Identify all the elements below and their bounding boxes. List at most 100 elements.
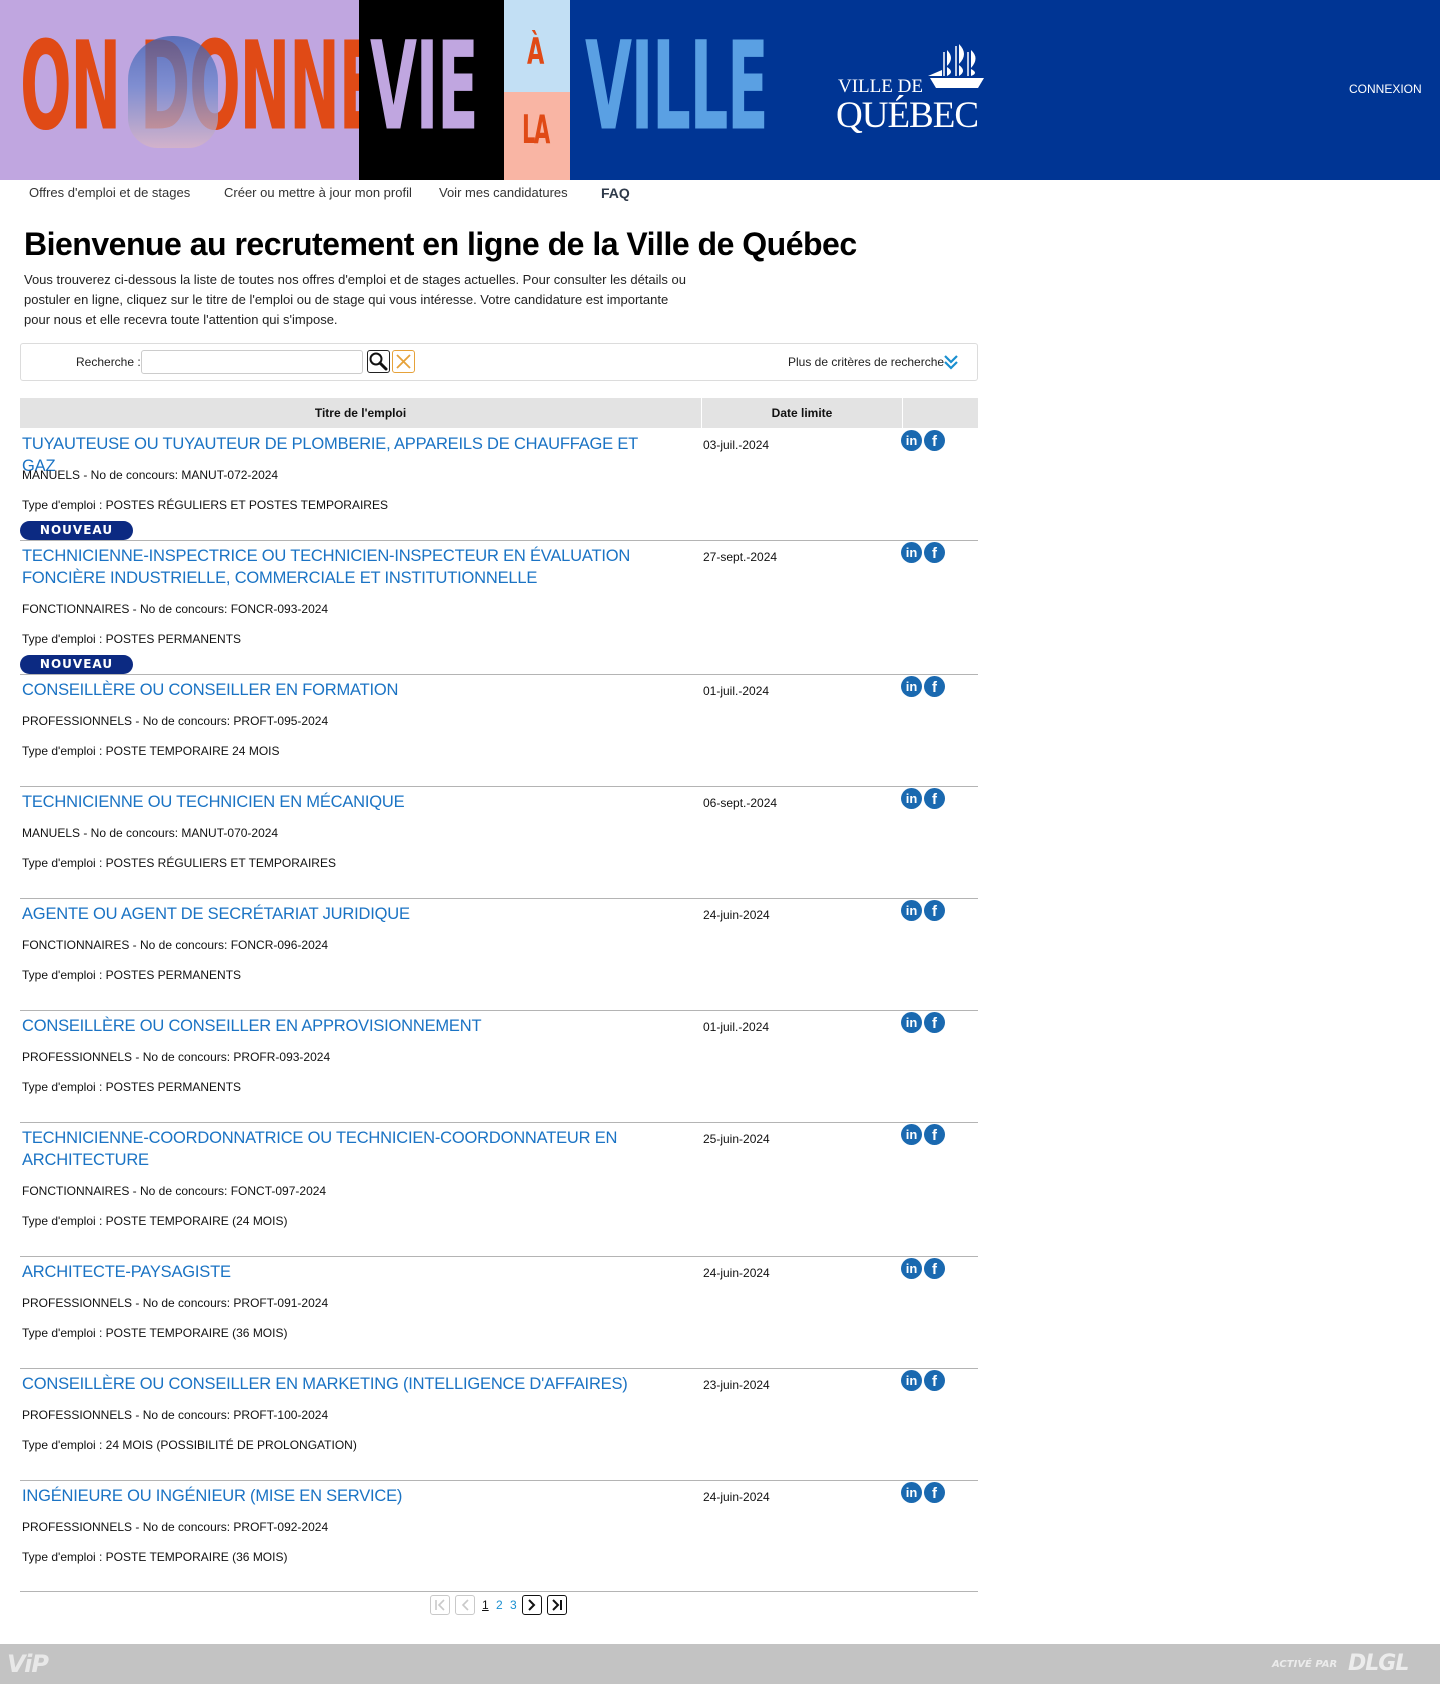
job-deadline: 03-juil.-2024 [703,438,770,452]
job-type: Type d'emploi : POSTE TEMPORAIRE 24 MOIS [22,744,280,758]
linkedin-icon[interactable]: in [901,900,922,921]
job-deadline: 27-sept.-2024 [703,550,778,564]
job-concours: FONCTIONNAIRES - No de concours: FONCR-0… [22,602,329,616]
first-page-button[interactable] [430,1595,450,1615]
row-divider [20,1256,978,1257]
linkedin-icon[interactable]: in [901,542,922,563]
job-type: Type d'emploi : POSTE TEMPORAIRE (24 MOI… [22,1214,288,1228]
next-page-button[interactable] [522,1595,542,1615]
nav-profil[interactable]: Créer ou mettre à jour mon profil [224,185,412,200]
job-concours: PROFESSIONNELS - No de concours: PROFT-0… [22,1296,329,1310]
job-concours: PROFESSIONNELS - No de concours: PROFT-0… [22,1520,329,1534]
job-title-link[interactable]: CONSEILLÈRE OU CONSEILLER EN MARKETING (… [22,1373,672,1395]
job-type: Type d'emploi : POSTES PERMANENTS [22,632,242,646]
active-par-text: ACTIVÉ PAR [1272,1659,1338,1670]
search-input[interactable] [141,350,363,374]
double-chevron-down-icon[interactable] [943,353,959,371]
job-title-link[interactable]: TECHNICIENNE-COORDONNATRICE OU TECHNICIE… [22,1127,672,1171]
chevron-right-icon [528,1599,536,1611]
vip-logo: ViP [7,1650,49,1678]
previous-page-button[interactable] [455,1595,475,1615]
page-3[interactable]: 3 [510,1598,517,1612]
job-type: Type d'emploi : POSTE TEMPORAIRE (36 MOI… [22,1326,288,1340]
ville-de-quebec-logo[interactable]: VILLE DE QUÉBEC [836,40,986,140]
logo-quebec: QUÉBEC [836,95,979,136]
chevron-left-icon [461,1599,469,1611]
linkedin-icon[interactable]: in [901,1482,922,1503]
page-2[interactable]: 2 [496,1598,503,1612]
search-button[interactable] [367,350,390,373]
nav-faq[interactable]: FAQ [601,185,630,201]
header-job-title[interactable]: Titre de l'emploi [20,406,701,420]
nav-offres-emploi[interactable]: Offres d'emploi et de stages [29,185,190,200]
facebook-icon[interactable]: f [924,1124,945,1145]
table-row: CONSEILLÈRE OU CONSEILLER EN FORMATION P… [20,674,978,786]
job-concours: PROFESSIONNELS - No de concours: PROFR-0… [22,1050,331,1064]
main-nav: Offres d'emploi et de stages Créer ou me… [0,180,1440,206]
ship-icon [928,44,984,88]
clear-search-button[interactable] [392,350,415,373]
job-concours: FONCTIONNAIRES - No de concours: FONCT-0… [22,1184,327,1198]
table-row: AGENTE OU AGENT DE SECRÉTARIAT JURIDIQUE… [20,898,978,1010]
nav-candidatures[interactable]: Voir mes candidatures [439,185,568,200]
table-row: TUYAUTEUSE OU TUYAUTEUR DE PLOMBERIE, AP… [20,428,978,540]
linkedin-icon[interactable]: in [901,1258,922,1279]
banner-panel-a: À [504,0,570,92]
job-title-link[interactable]: TECHNICIENNE OU TECHNICIEN EN MÉCANIQUE [22,791,672,813]
banner-word-ville: VILLE [585,16,769,159]
more-criteria-toggle[interactable]: Plus de critères de recherche [788,355,944,369]
job-deadline: 23-juin-2024 [703,1378,770,1392]
job-type: Type d'emploi : POSTES PERMANENTS [22,1080,242,1094]
job-title-link[interactable]: AGENTE OU AGENT DE SECRÉTARIAT JURIDIQUE [22,903,672,925]
job-deadline: 24-juin-2024 [703,1266,770,1280]
banner-word-vie: VIE [370,16,479,159]
facebook-icon[interactable]: f [924,676,945,697]
header-divider [902,398,903,428]
row-divider [20,1122,978,1123]
table-row: TECHNICIENNE-COORDONNATRICE OU TECHNICIE… [20,1122,978,1256]
last-page-button[interactable] [547,1595,567,1615]
job-title-link[interactable]: TECHNICIENNE-INSPECTRICE OU TECHNICIEN-I… [22,545,672,589]
linkedin-icon[interactable]: in [901,676,922,697]
facebook-icon[interactable]: f [924,1012,945,1033]
facebook-icon[interactable]: f [924,788,945,809]
linkedin-icon[interactable]: in [901,430,922,451]
page-1[interactable]: 1 [482,1598,489,1612]
linkedin-icon[interactable]: in [901,1124,922,1145]
facebook-icon[interactable]: f [924,1258,945,1279]
job-concours: FONCTIONNAIRES - No de concours: FONCR-0… [22,938,329,952]
page-title: Bienvenue au recrutement en ligne de la … [24,226,857,262]
banner-panel-purple: ON DONNE [0,0,359,180]
job-type: Type d'emploi : POSTE TEMPORAIRE (36 MOI… [22,1550,288,1564]
first-page-icon [435,1599,445,1611]
job-title-link[interactable]: CONSEILLÈRE OU CONSEILLER EN APPROVISION… [22,1015,672,1037]
table-row: ARCHITECTE-PAYSAGISTE PROFESSIONNELS - N… [20,1256,978,1368]
connexion-link[interactable]: CONNEXION [1349,82,1422,96]
linkedin-icon[interactable]: in [901,1370,922,1391]
row-divider [20,1480,978,1481]
table-row: TECHNICIENNE OU TECHNICIEN EN MÉCANIQUE … [20,786,978,898]
job-concours: MANUELS - No de concours: MANUT-072-2024 [22,468,279,482]
facebook-icon[interactable]: f [924,542,945,563]
job-deadline: 01-juil.-2024 [703,684,770,698]
row-divider [20,786,978,787]
row-divider [20,898,978,899]
facebook-icon[interactable]: f [924,900,945,921]
facebook-icon[interactable]: f [924,1370,945,1391]
job-deadline: 24-juin-2024 [703,908,770,922]
job-type: Type d'emploi : POSTES RÉGULIERS ET POST… [22,498,388,512]
linkedin-icon[interactable]: in [901,1012,922,1033]
facebook-icon[interactable]: f [924,430,945,451]
job-title-link[interactable]: CONSEILLÈRE OU CONSEILLER EN FORMATION [22,679,672,701]
linkedin-icon[interactable]: in [901,788,922,809]
row-divider [20,540,978,541]
table-row: INGÉNIEURE OU INGÉNIEUR (MISE EN SERVICE… [20,1480,978,1591]
facebook-icon[interactable]: f [924,1482,945,1503]
job-title-link[interactable]: ARCHITECTE-PAYSAGISTE [22,1261,672,1283]
row-divider [20,674,978,675]
new-badge: NOUVEAU [20,521,133,540]
job-title-link[interactable]: INGÉNIEURE OU INGÉNIEUR (MISE EN SERVICE… [22,1485,672,1507]
job-concours: PROFESSIONNELS - No de concours: PROFT-0… [22,714,329,728]
header-deadline[interactable]: Date limite [702,406,902,420]
job-deadline: 06-sept.-2024 [703,796,778,810]
